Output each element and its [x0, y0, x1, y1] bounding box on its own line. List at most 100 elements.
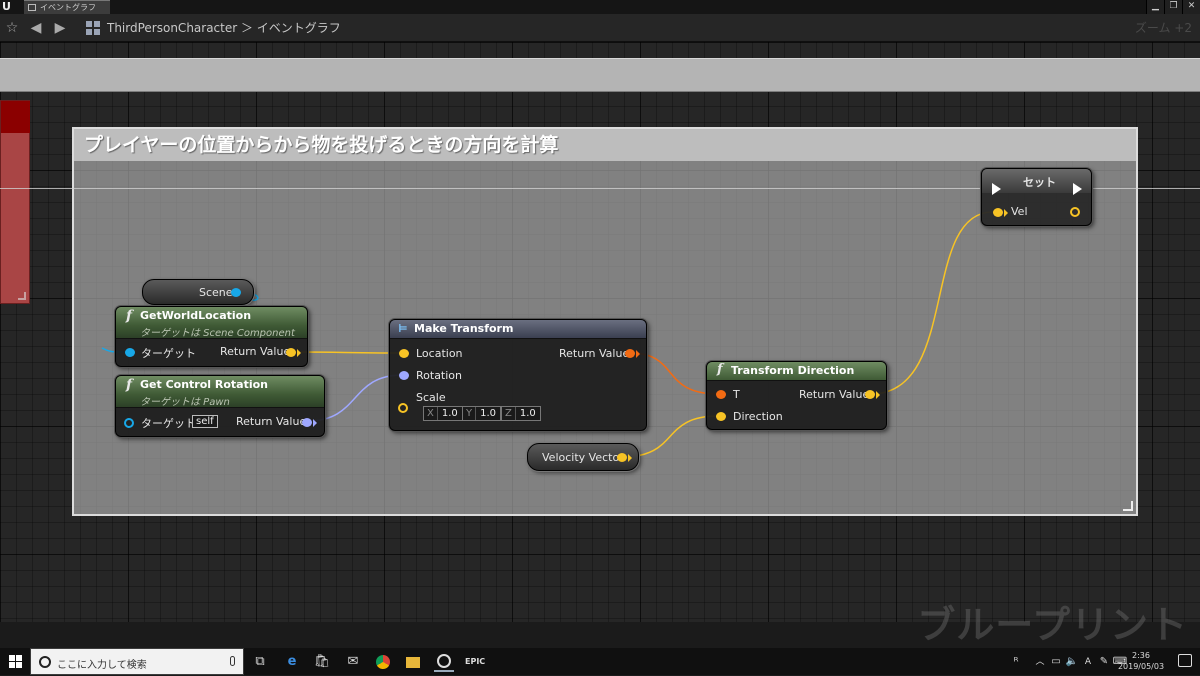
function-icon: f: [126, 377, 133, 393]
target-input-pin[interactable]: [124, 418, 134, 428]
pin-arrow-icon: [297, 349, 301, 357]
chrome-icon[interactable]: [373, 652, 393, 672]
function-icon: f: [717, 362, 723, 377]
windows-taskbar: ここに入力して検索 ⧉ e 🛍 ✉ EPIC ᴿ ︿ ▭ 🔈 A ✎ ⌨ 2:3…: [0, 648, 1200, 675]
make-transform-node[interactable]: ⊨ Make Transform Location Rotation Scale…: [389, 319, 647, 431]
return-value-label: Return Value: [220, 345, 291, 358]
scale-y-field[interactable]: Y 1.0: [462, 406, 502, 421]
resize-grip-icon[interactable]: [1123, 501, 1133, 511]
tab-event-graph[interactable]: イベントグラフ: [24, 0, 110, 14]
velocity-vector-output-pin[interactable]: [617, 453, 627, 462]
direction-input-pin[interactable]: [716, 412, 726, 421]
unreal-logo-icon: U: [2, 0, 11, 13]
get-world-location-node[interactable]: f GetWorldLocation ターゲットは Scene Componen…: [115, 306, 308, 367]
node-header: f GetWorldLocation ターゲットは Scene Componen…: [116, 307, 307, 339]
pin-arrow-icon: [628, 454, 632, 462]
node-title: Get Control Rotation: [140, 378, 269, 391]
vel-input-pin[interactable]: [993, 208, 1003, 217]
exec-output-pin[interactable]: [1073, 183, 1082, 195]
search-placeholder: ここに入力して検索: [57, 660, 147, 671]
node-title: Transform Direction: [731, 364, 855, 377]
scale-x-field[interactable]: X 1.0: [423, 406, 463, 421]
mail-icon[interactable]: ✉: [343, 652, 363, 672]
node-subtitle: ターゲットは Pawn: [140, 397, 230, 408]
clock-time[interactable]: 2:36: [1116, 651, 1166, 660]
taskbar-search-box[interactable]: ここに入力して検索: [30, 648, 244, 675]
velocity-vector-variable-node[interactable]: Velocity Vector: [527, 443, 639, 471]
red-comment-header: [1, 101, 30, 133]
get-control-rotation-node[interactable]: f Get Control Rotation ターゲットは Pawn ターゲット…: [115, 375, 325, 437]
return-value-label: Return Value: [236, 415, 307, 428]
people-icon[interactable]: ᴿ: [1006, 652, 1026, 672]
scale-x-value: 1.0: [441, 408, 458, 419]
blueprint-graph-icon: [86, 21, 100, 35]
node-title: GetWorldLocation: [140, 309, 252, 322]
graph-info-strip: [0, 58, 1200, 92]
comment-title[interactable]: プレイヤーの位置からから物を投げるときの方向を計算: [74, 129, 1136, 161]
pin-arrow-icon: [1004, 209, 1008, 217]
node-subtitle: ターゲットは Scene Component: [140, 328, 295, 339]
notification-icon[interactable]: [1178, 654, 1192, 667]
star-favorite-icon[interactable]: ☆: [2, 18, 22, 38]
exec-input-pin[interactable]: [992, 183, 1001, 195]
scale-z-axis-label: Z: [502, 407, 516, 420]
microphone-icon[interactable]: [230, 656, 235, 666]
unreal-icon[interactable]: [434, 652, 454, 672]
vel-output-pin[interactable]: [1070, 207, 1080, 217]
scale-input-pin[interactable]: [398, 403, 408, 413]
node-title: Make Transform: [414, 322, 514, 335]
return-value-output-pin[interactable]: [625, 349, 635, 358]
vel-pin-label: Vel: [1011, 205, 1028, 218]
red-comment-box[interactable]: [0, 100, 30, 304]
scene-variable-node[interactable]: Scene: [142, 279, 254, 305]
target-pin-label: ターゲット: [141, 347, 196, 360]
return-value-output-pin[interactable]: [865, 390, 875, 399]
location-input-pin[interactable]: [399, 349, 409, 358]
store-icon[interactable]: 🛍: [312, 652, 332, 672]
close-icon[interactable]: ✕: [1182, 0, 1200, 14]
return-value-output-pin[interactable]: [286, 348, 296, 357]
scene-output-pin[interactable]: [231, 288, 241, 297]
transform-direction-node[interactable]: f Transform Direction T Direction Return…: [706, 361, 887, 430]
t-pin-label: T: [733, 388, 740, 401]
set-vel-node[interactable]: セット Vel: [981, 168, 1092, 226]
pin-arrow-icon: [313, 419, 317, 427]
make-struct-icon: ⊨: [398, 322, 408, 335]
node-header: f Transform Direction: [707, 362, 886, 381]
pin-arrow-icon: [636, 350, 640, 358]
target-input-pin[interactable]: [125, 348, 135, 357]
clock-date[interactable]: 2019/05/03: [1116, 662, 1166, 671]
tab-event-graph-label: イベントグラフ: [40, 3, 96, 12]
window-controls: ▁ ❐ ✕: [1146, 0, 1200, 14]
resize-grip-icon[interactable]: [18, 292, 26, 300]
scale-z-field[interactable]: Z 1.0: [501, 406, 541, 421]
task-view-icon[interactable]: ⧉: [250, 652, 270, 672]
target-pin-label: ターゲット: [141, 417, 196, 430]
t-input-pin[interactable]: [716, 390, 726, 399]
restore-icon[interactable]: ❐: [1164, 0, 1182, 14]
node-header: ⊨ Make Transform: [390, 320, 646, 339]
scale-y-axis-label: Y: [463, 407, 477, 420]
pin-arrow-icon: [876, 391, 880, 399]
breadcrumb[interactable]: ThirdPersonCharacter ＞ イベントグラフ: [107, 19, 341, 36]
node-header: f Get Control Rotation ターゲットは Pawn: [116, 376, 324, 408]
return-value-output-pin[interactable]: [302, 418, 312, 427]
self-value-box[interactable]: self: [192, 415, 218, 428]
return-value-label: Return Value: [799, 388, 870, 401]
location-pin-label: Location: [416, 347, 463, 360]
return-value-label: Return Value: [559, 347, 630, 360]
blueprint-watermark: ブループリント: [917, 603, 1188, 647]
back-arrow-icon[interactable]: ◀: [26, 18, 46, 38]
explorer-icon[interactable]: [403, 652, 423, 672]
scene-label: Scene: [199, 286, 233, 299]
epic-icon[interactable]: EPIC: [465, 652, 485, 672]
scale-x-axis-label: X: [424, 407, 438, 420]
windows-start-icon[interactable]: [0, 648, 30, 675]
scale-z-value: 1.0: [519, 408, 536, 419]
rotation-input-pin[interactable]: [399, 371, 409, 380]
rotation-pin-label: Rotation: [416, 369, 463, 382]
minimize-icon[interactable]: ▁: [1146, 0, 1164, 14]
forward-arrow-icon[interactable]: ▶: [50, 18, 70, 38]
edge-icon[interactable]: e: [282, 652, 302, 672]
velocity-vector-label: Velocity Vector: [542, 451, 624, 464]
